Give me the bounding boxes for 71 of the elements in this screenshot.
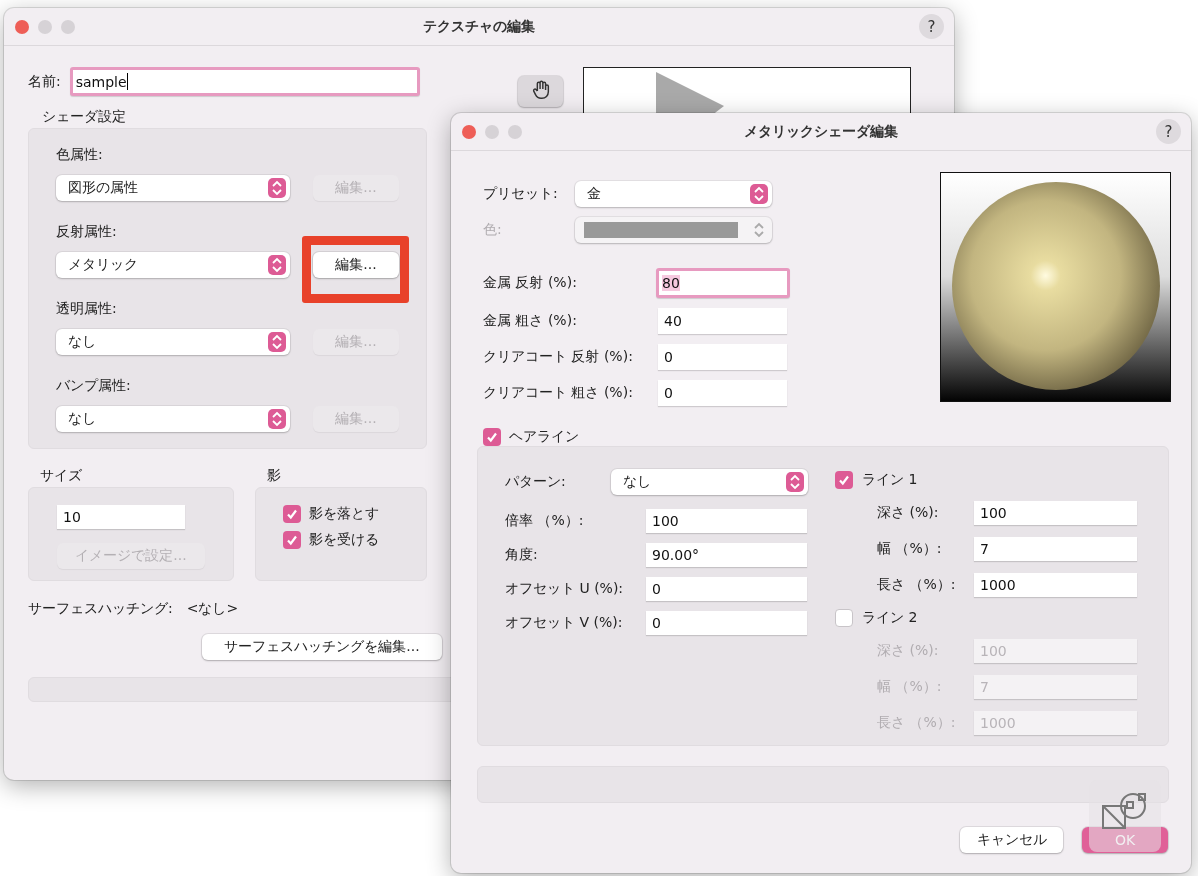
number-field[interactable]: 80 [656,268,790,298]
field-label: 倍率 （%）: [505,512,585,530]
number-field[interactable]: 0 [658,344,787,370]
field-label: パターン: [505,473,567,491]
field-label: 反射属性: [56,223,118,241]
stepper-icon [786,472,804,492]
group-title: 影 [267,467,282,485]
dropdown[interactable]: メタリック [56,252,290,278]
number-field[interactable]: 0 [646,577,807,601]
field-label: 深さ (%): [877,504,940,522]
field-label: 名前: [28,72,61,91]
field-label: 角度: [505,546,539,564]
field-label: クリアコート 粗さ (%): [483,384,634,402]
stepper-icon [268,178,286,198]
stepper-icon [750,184,768,204]
checkbox[interactable] [283,505,301,523]
help-button[interactable]: ? [919,14,944,39]
name-field[interactable]: sample [69,67,420,96]
number-field[interactable]: 40 [658,308,787,334]
check-icon [486,431,498,443]
field-label: オフセット V (%): [505,614,624,632]
field-label: 長さ （%）: [877,714,957,732]
field-label: 透明属性: [56,300,118,318]
window-title: テクスチャの編集 [423,17,535,36]
checkbox-label: 影を落とす [309,505,379,523]
field-label: 色: [483,221,503,239]
stepper-icon [268,332,286,352]
number-field[interactable]: 7 [974,537,1137,561]
help-button[interactable]: ? [1156,119,1181,144]
number-field[interactable]: 100 [646,509,807,533]
group-title: シェーダ設定 [42,108,127,126]
field-label: 色属性: [56,146,104,164]
number-field[interactable]: 0 [646,611,807,635]
stepper-icon [268,409,286,429]
edit-hatching-button[interactable]: サーフェスハッチングを編集... [202,634,442,660]
field-label: バンプ属性: [56,377,132,395]
checkbox-label: 影を受ける [309,531,379,549]
field-label: クリアコート 反射 (%): [483,348,634,366]
checkbox[interactable] [835,609,853,627]
preset-dropdown[interactable]: 金 [575,181,772,207]
number-field[interactable]: 100 [974,501,1137,525]
window-title: メタリックシェーダ編集 [744,122,898,141]
checkbox[interactable] [283,531,301,549]
pattern-dropdown[interactable]: なし [611,469,808,495]
check-icon [838,474,850,486]
check-icon [286,534,298,546]
checkbox-label: ヘアライン [509,428,579,446]
field-label: 金属 粗さ (%): [483,312,578,330]
number-field[interactable]: 90.00° [646,543,807,567]
field-label: サーフェスハッチング: [28,600,173,618]
field-label: 長さ （%）: [877,576,957,594]
stepper-icon [268,255,286,275]
checkbox-label: ライン 1 [862,471,918,489]
field-label: プリセット: [483,185,559,203]
checkbox[interactable] [835,471,853,489]
field-label: 幅 （%）: [877,540,943,558]
close-button[interactable] [462,125,476,139]
hand-tool-button[interactable] [518,76,563,107]
field-value: <なし> [186,600,239,618]
check-icon [286,508,298,520]
edit-button[interactable]: 編集... [313,252,399,278]
number-field[interactable]: 0 [658,380,787,406]
checkbox-label: ライン 2 [862,609,918,627]
field-label: 金属 反射 (%): [483,274,578,292]
field-label: 深さ (%): [877,642,940,660]
field-label: オフセット U (%): [505,580,625,598]
cancel-button[interactable]: キャンセル [960,827,1063,853]
checkbox[interactable] [483,428,501,446]
close-button[interactable] [15,20,29,34]
group-title: サイズ [40,467,83,485]
number-field[interactable]: 1000 [974,573,1137,597]
